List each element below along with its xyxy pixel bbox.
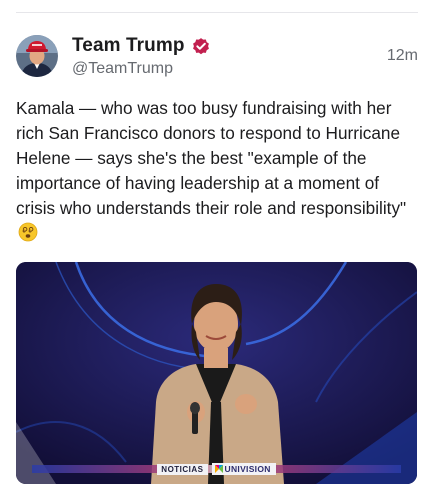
lower-third-label: NOTICIAS	[157, 463, 208, 475]
broadcast-lower-third: NOTICIAS UNIVISION	[16, 462, 417, 476]
broadcaster-logo: UNIVISION	[211, 463, 276, 475]
post-timestamp[interactable]: 12m	[387, 47, 418, 65]
univision-logo-icon	[214, 465, 223, 473]
author-avatar[interactable]	[16, 35, 58, 77]
post-header: Team Trump @TeamTrump 12m	[16, 30, 418, 82]
broadcaster-name: UNIVISION	[224, 464, 271, 474]
post-body: Kamala — who was too busy fundraising wi…	[16, 96, 418, 246]
author-block[interactable]: Team Trump @TeamTrump	[72, 35, 387, 78]
post-text: Kamala — who was too busy fundraising wi…	[16, 98, 407, 218]
verified-badge-icon	[191, 36, 211, 56]
face-with-spiral-eyes-emoji-icon	[18, 222, 38, 242]
post-video[interactable]: NOTICIAS UNIVISION	[16, 262, 417, 484]
top-divider	[16, 12, 418, 13]
author-display-name[interactable]: Team Trump	[72, 35, 185, 57]
author-handle[interactable]: @TeamTrump	[72, 60, 387, 78]
